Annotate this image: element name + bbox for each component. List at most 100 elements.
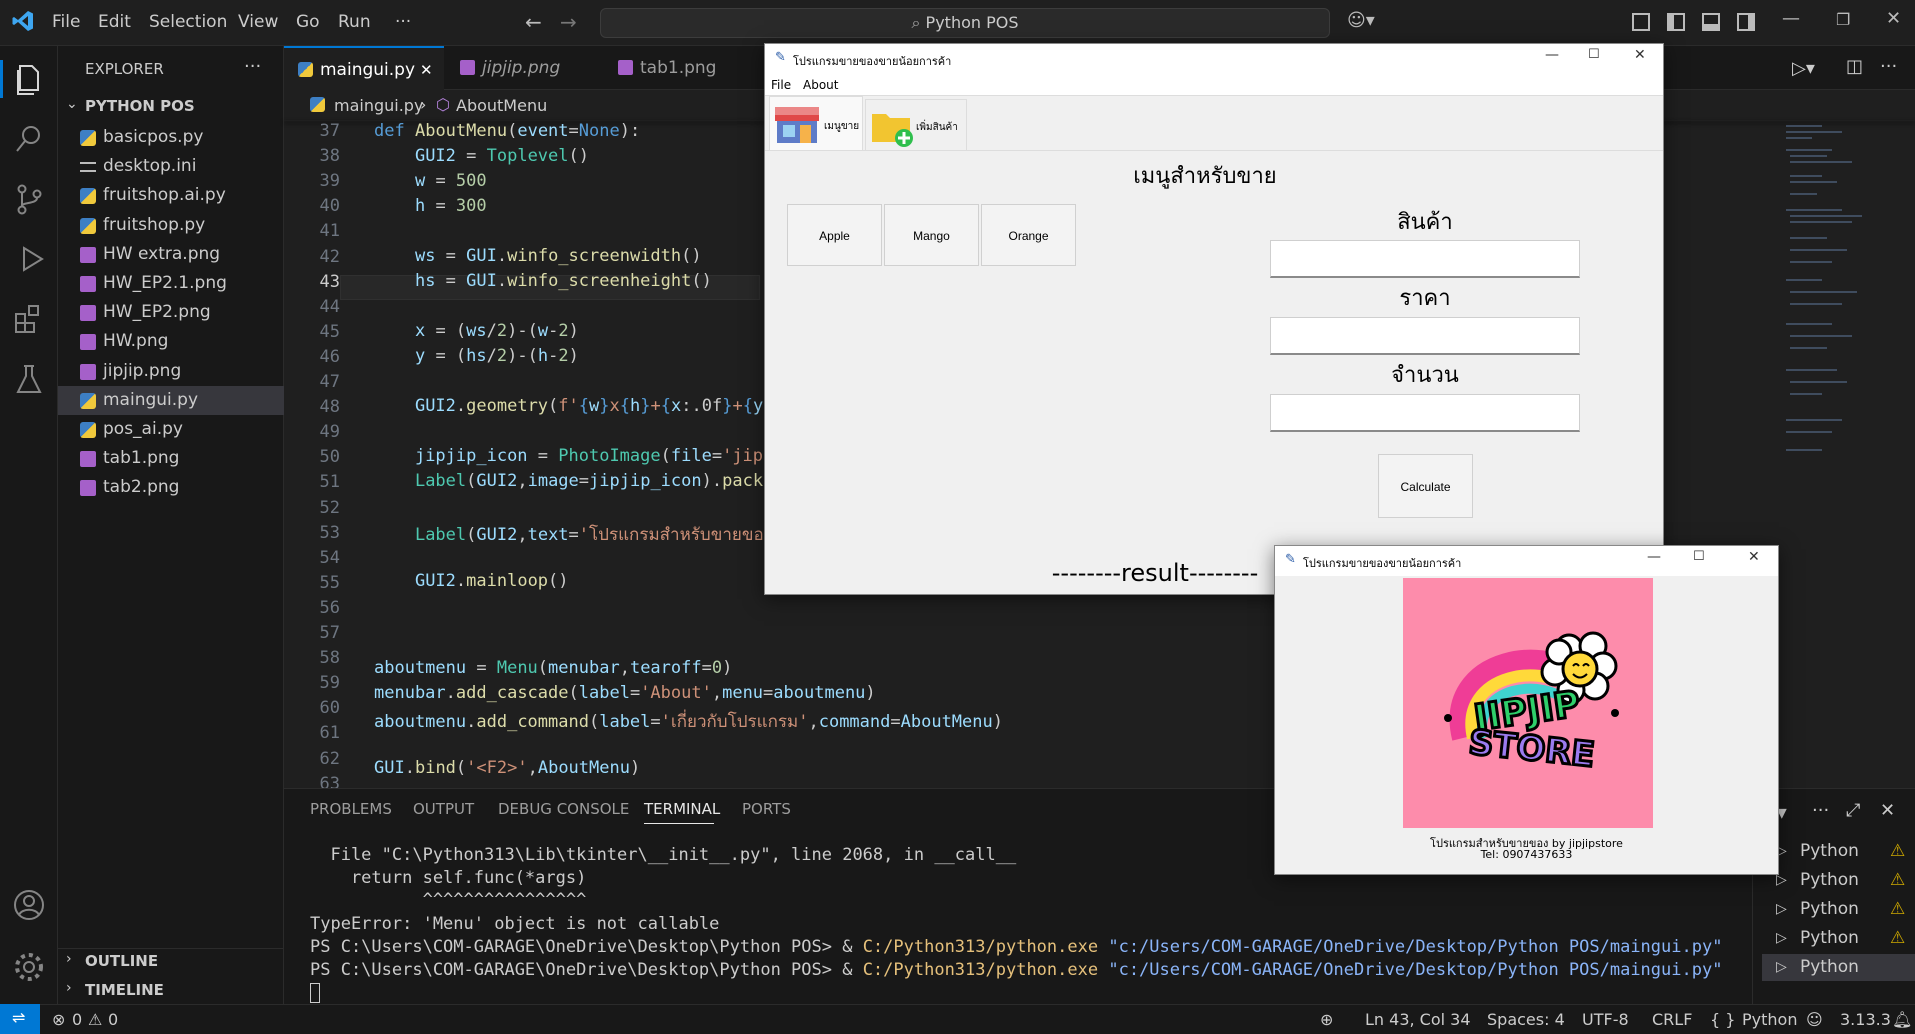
cursor-position[interactable]: Ln 43, Col 34 [1365, 1010, 1471, 1029]
notifications-icon[interactable]: 🔔︎ [1892, 1010, 1912, 1029]
breadcrumb-symbol[interactable]: AboutMenu [456, 96, 547, 115]
problems-count[interactable]: 0 [72, 1010, 82, 1029]
folder-name[interactable]: PYTHON POS [85, 97, 195, 115]
file-item[interactable]: jipjip.png [58, 357, 284, 386]
terminal-instance[interactable]: ▷ Python [1762, 954, 1915, 981]
source-control-icon[interactable] [10, 180, 48, 218]
run-debug-icon[interactable] [10, 240, 48, 278]
restore-icon[interactable]: ❐ [1836, 10, 1850, 29]
file-item[interactable]: basicpos.py [58, 123, 284, 152]
menu-selection[interactable]: Selection [149, 12, 227, 32]
terminal-instance[interactable]: ▷ Python ⚠ [1762, 925, 1915, 952]
file-item[interactable]: HW extra.png [58, 240, 284, 269]
toggle-panel-icon[interactable] [1702, 13, 1720, 31]
warning-icon[interactable]: ⚠ [88, 1010, 102, 1029]
maximize-panel-icon[interactable]: ⤢ [1846, 800, 1860, 821]
orange-button[interactable]: Orange [981, 204, 1076, 266]
zoom-icon[interactable]: ⊕ [1320, 1010, 1333, 1029]
accounts-icon[interactable] [10, 886, 48, 924]
panel-more-icon[interactable]: ··· [1812, 800, 1829, 821]
testing-icon[interactable] [10, 360, 48, 398]
file-item[interactable]: fruitshop.py [58, 211, 284, 240]
timeline-section[interactable]: TIMELINE [85, 981, 164, 999]
breadcrumb-file[interactable]: maingui.py [334, 96, 423, 115]
file-item[interactable]: tab1.png [58, 444, 284, 473]
tab-debug-console[interactable]: DEBUG CONSOLE [498, 800, 629, 818]
minimap[interactable] [1782, 120, 1882, 460]
nav-back-icon[interactable]: ← [525, 10, 542, 34]
file-item[interactable]: fruitshop.ai.py [58, 181, 284, 210]
maximize-icon[interactable]: ☐ [1693, 549, 1705, 564]
close-icon[interactable]: ✕ [1748, 549, 1760, 565]
search-icon[interactable] [10, 120, 48, 158]
extensions-icon[interactable] [10, 300, 48, 338]
pos-window-titlebar[interactable]: ✎ โปรแกรมขายของขายน้อยการค้า — ☐ ✕ [765, 44, 1663, 74]
toggle-sidebar-icon[interactable] [1667, 13, 1685, 31]
menu-file[interactable]: File [52, 12, 80, 32]
copilot-icon[interactable]: ☺▾ [1347, 10, 1375, 31]
editor-more-icon[interactable]: ··· [1880, 56, 1897, 77]
encoding[interactable]: UTF-8 [1582, 1010, 1629, 1029]
file-item[interactable]: HW.png [58, 327, 284, 356]
terminal-instance[interactable]: ▷ Python ⚠ [1762, 838, 1915, 865]
minimize-icon[interactable]: — [1545, 47, 1559, 63]
file-item[interactable]: pos_ai.py [58, 415, 284, 444]
file-item[interactable]: tab2.png [58, 473, 284, 502]
calculate-button[interactable]: Calculate [1378, 454, 1473, 518]
remote-indicator[interactable]: ⇌ [0, 1004, 40, 1034]
apple-button[interactable]: Apple [787, 204, 882, 266]
close-icon[interactable]: ✕ [1634, 47, 1646, 63]
warnings-count[interactable]: 0 [108, 1010, 118, 1029]
maximize-icon[interactable]: ☐ [1588, 47, 1600, 62]
tab-tab1[interactable]: tab1.png [604, 46, 764, 90]
tab-problems[interactable]: PROBLEMS [310, 800, 392, 818]
customize-layout-icon[interactable] [1632, 13, 1650, 31]
menu-view[interactable]: View [238, 12, 278, 32]
menu-run[interactable]: Run [338, 12, 371, 32]
toggle-secondary-sidebar-icon[interactable] [1737, 13, 1755, 31]
product-field[interactable] [1270, 240, 1580, 278]
mango-button[interactable]: Mango [884, 204, 979, 266]
manage-gear-icon[interactable] [10, 948, 48, 986]
close-tab-icon[interactable]: ✕ [420, 48, 433, 92]
terminal-instance[interactable]: ▷ Python ⚠ [1762, 867, 1915, 894]
explorer-icon[interactable] [10, 60, 48, 98]
python-version[interactable]: 3.13.3 [1840, 1010, 1891, 1029]
end-of-line[interactable]: CRLF [1652, 1010, 1692, 1029]
file-item[interactable]: HW_EP2.png [58, 298, 284, 327]
tab-terminal[interactable]: TERMINAL [644, 800, 720, 818]
tab-maingui[interactable]: maingui.py ✕ [284, 46, 444, 90]
pos-menu-file[interactable]: File [771, 78, 791, 92]
minimize-icon[interactable]: — [1647, 549, 1661, 565]
price-field[interactable] [1270, 317, 1580, 355]
outline-section[interactable]: OUTLINE [85, 952, 158, 970]
line-number: 52 [319, 497, 340, 518]
file-item[interactable]: maingui.py [58, 385, 284, 415]
pos-menu-about[interactable]: About [803, 78, 838, 92]
tab-add-product[interactable]: เพิ่มสินค้า [865, 99, 967, 150]
run-file-icon[interactable]: ▷▾ [1792, 58, 1815, 79]
tab-jipjip[interactable]: jipjip.png [446, 46, 602, 90]
menu-go[interactable]: Go [296, 12, 320, 32]
tab-ports[interactable]: PORTS [742, 800, 791, 818]
copilot-status-icon[interactable]: ☺ [1806, 1010, 1823, 1029]
close-panel-icon[interactable]: ✕ [1880, 800, 1895, 821]
indentation[interactable]: Spaces: 4 [1487, 1010, 1565, 1029]
file-item[interactable]: HW_EP2.1.png [58, 269, 284, 298]
quantity-field[interactable] [1270, 394, 1580, 432]
about-window-titlebar[interactable]: ✎ โปรแกรมขายของขายน้อยการค้า — ☐ ✕ [1275, 546, 1778, 576]
tab-output[interactable]: OUTPUT [413, 800, 474, 818]
terminal-instance[interactable]: ▷ Python ⚠ [1762, 896, 1915, 923]
split-editor-icon[interactable]: ◫ [1846, 56, 1863, 77]
tab-sales-menu[interactable]: เมนูขาย [769, 96, 863, 150]
menu-more[interactable]: ··· [395, 12, 411, 32]
minimize-icon[interactable]: — [1782, 8, 1800, 29]
nav-forward-icon[interactable]: → [560, 10, 577, 34]
close-icon[interactable]: ✕ [1886, 8, 1901, 29]
language-mode[interactable]: Python [1742, 1010, 1797, 1029]
file-item[interactable]: desktop.ini [58, 152, 284, 181]
problems-icon[interactable]: ⊗ [52, 1010, 65, 1029]
command-center[interactable]: ⌕ Python POS [600, 8, 1330, 38]
menu-edit[interactable]: Edit [98, 12, 131, 32]
explorer-more-icon[interactable]: ··· [244, 56, 261, 77]
